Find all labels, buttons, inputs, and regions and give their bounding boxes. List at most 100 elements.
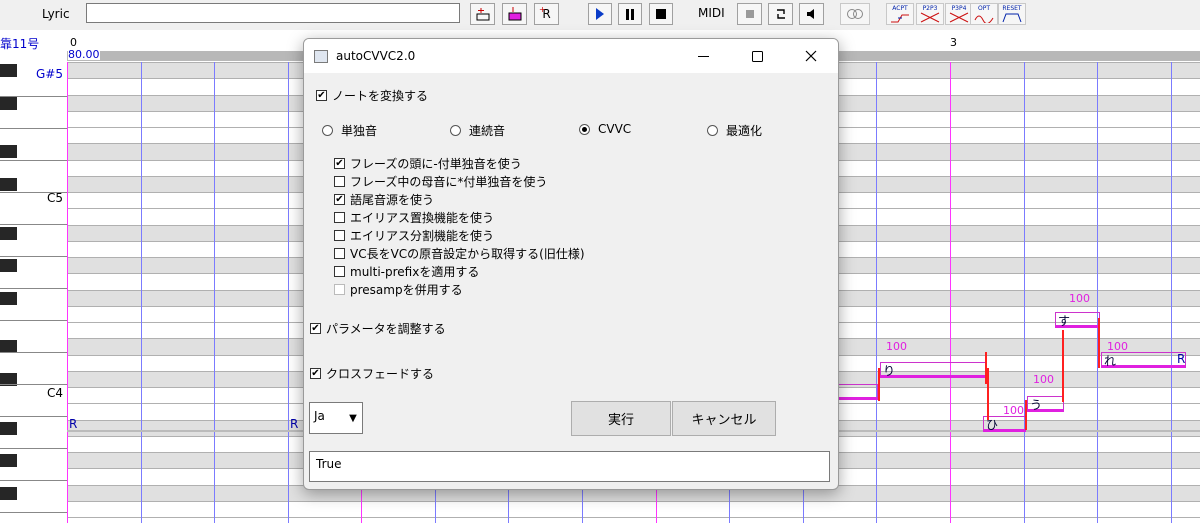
adjust-params-label: パラメータを調整する [326,322,446,336]
option-label: フレーズの頭に-付単独音を使う [350,157,522,171]
black-key[interactable] [0,96,17,110]
black-key[interactable] [0,291,17,305]
app-icon [314,50,328,63]
reset-icon[interactable]: RESET [998,3,1026,25]
midi-record-icon[interactable] [737,3,762,25]
minimize-button[interactable] [680,39,726,73]
close-icon [805,50,817,62]
crossfade-label: クロスフェードする [326,367,435,381]
option-checkbox-mid-vowel[interactable]: フレーズ中の母音に*付単独音を使う [334,173,547,190]
run-button[interactable]: 実行 [571,401,671,436]
radio-dot [450,125,461,136]
dialog-titlebar[interactable]: autoCVVC2.0 [304,39,838,73]
mode-radio-continuous[interactable]: 連続音 [450,122,505,139]
note-velocity: 100 [1107,340,1128,353]
note-2[interactable]: ひ [983,416,1026,432]
speaker-icon[interactable] [799,3,824,25]
black-key[interactable] [0,421,17,435]
rest-marker[interactable]: R [290,417,298,431]
pitch-curve-segment [987,368,989,420]
note-1[interactable]: り [880,362,986,378]
ruler-mark: 3 [950,36,957,49]
language-value: Ja [314,409,325,423]
black-key[interactable] [0,454,17,467]
option-label: presampを併用する [350,283,463,297]
white-key-divider [0,128,67,129]
option-label: フレーズ中の母音に*付単独音を使う [350,175,548,189]
pitch-curve-segment [1098,318,1100,368]
white-key-divider [0,512,67,513]
option-checkbox-phrase-head[interactable]: ✔ フレーズの頭に-付単独音を使う [334,155,522,172]
insert-rest-icon[interactable]: + R [534,3,559,25]
loop-icon[interactable] [768,3,793,25]
opt-icon[interactable]: OPT [970,3,998,25]
play-icon[interactable] [588,3,612,25]
white-key-divider [0,224,67,225]
adjust-params-checkbox[interactable]: ✔ パラメータを調整する [310,320,446,337]
black-key[interactable] [0,259,17,272]
black-key[interactable] [0,226,17,240]
black-key[interactable] [0,145,17,159]
piano-keyboard[interactable]: G#5 C5 C4 [0,62,67,523]
mode-label: 単独音 [341,124,378,138]
option-checkbox-presamp[interactable]: presampを併用する [334,281,463,298]
toolbar: Lyric + R MIDI ACPT P2P3 P3P4 OPT RESET [0,0,1200,30]
option-box [334,266,345,277]
pause-icon[interactable] [618,3,642,25]
option-box [334,248,345,259]
maximize-button[interactable] [734,39,780,73]
note-5[interactable]: れ [1101,352,1186,368]
white-key-divider [0,96,67,97]
note-partial[interactable] [837,384,878,400]
close-button[interactable] [788,39,834,73]
tempo-value[interactable]: 80.00 [68,49,100,60]
option-box [334,176,345,187]
note-velocity: 100 [1033,373,1054,386]
black-key[interactable] [0,486,17,500]
black-key[interactable] [0,177,17,191]
option-label: VC長をVCの原音設定から取得する(旧仕様) [350,247,585,261]
insert-pink-icon[interactable] [502,3,527,25]
note-4[interactable]: す [1055,312,1100,328]
beat-line [1171,62,1172,523]
crossfade-checkbox[interactable]: ✔ クロスフェードする [310,365,434,382]
crossfade-box: ✔ [310,367,321,379]
lyric-input[interactable] [86,3,460,23]
minimize-icon [697,55,709,57]
option-checkbox-vc-length[interactable]: VC長をVCの原音設定から取得する(旧仕様) [334,245,585,262]
option-box [334,284,345,295]
note-lyric: れ [1104,354,1117,368]
note-3[interactable]: う [1027,396,1064,412]
option-checkbox-ending[interactable]: ✔ 語尾音源を使う [334,191,434,208]
black-key[interactable] [0,64,17,77]
mode-radio-single[interactable]: 単独音 [322,122,377,139]
white-key-divider [0,320,67,321]
cancel-button[interactable]: キャンセル [672,401,776,436]
stop-icon[interactable] [649,3,673,25]
beat-line [1097,62,1098,523]
acpt-icon[interactable]: ACPT [886,3,914,25]
mode-radio-cvvc[interactable]: CVVC [579,122,631,136]
mode-radio-optimize[interactable]: 最適化 [707,122,762,139]
white-key-divider [0,256,67,257]
rest-marker[interactable]: R [69,417,77,431]
language-select[interactable]: Ja ▼ [309,402,363,434]
option-label: エイリアス分割機能を使う [350,229,495,243]
white-key-divider [0,480,67,481]
pitch-curve-segment [1025,400,1027,430]
p3p4-icon[interactable]: P3P4 [945,3,973,25]
option-checkbox-multi-prefix[interactable]: multi-prefixを適用する [334,263,479,280]
option-checkbox-alias-split[interactable]: エイリアス分割機能を使う [334,227,494,244]
convert-notes-checkbox[interactable]: ✔ ノートを変換する [316,87,428,104]
grid-row-line [67,517,1200,518]
key-label: C5 [46,191,63,205]
bar-line [67,62,68,523]
overlap-icon[interactable] [840,3,870,25]
option-box [334,230,345,241]
note-lyric: う [1030,398,1043,412]
option-checkbox-alias-replace[interactable]: エイリアス置換機能を使う [334,209,494,226]
p2p3-icon[interactable]: P2P3 [916,3,944,25]
key-label: C4 [46,386,63,400]
insert-note-icon[interactable] [470,3,495,25]
option-label: エイリアス置換機能を使う [350,211,495,225]
